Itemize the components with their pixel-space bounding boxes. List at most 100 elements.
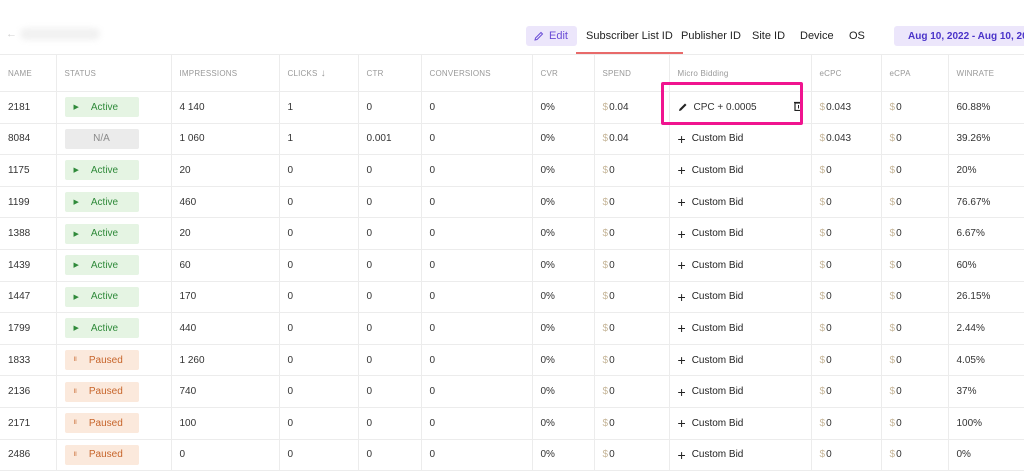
table-row[interactable]: 2171 II Paused 100 0 0 0 0% $0 + Custom Bid $0 $0 100… [0, 407, 1024, 440]
column-header-micro-bidding[interactable]: Micro Bidding [669, 55, 812, 92]
column-header-impressions[interactable]: IMPRESSIONS [171, 55, 280, 92]
table-row[interactable]: 1447 ▶ Active 170 0 0 0 0% $0 + Custom Bid $0 $0 26.1… [0, 281, 1024, 314]
status-badge[interactable]: II Paused [64, 413, 139, 434]
cell-value: 0 [609, 354, 615, 366]
cell-value: 60% [956, 259, 977, 271]
column-header-conversions[interactable]: CONVERSIONS [421, 55, 533, 92]
column-header-clicks[interactable]: CLICKS ↓ [279, 55, 359, 92]
cell-micro[interactable]: + Custom Bid [669, 154, 812, 187]
date-range-button[interactable]: Aug 10, 2022 - Aug 10, 2022 [894, 26, 1024, 46]
cell-micro[interactable]: + Custom Bid [669, 281, 812, 314]
cell-cvr: 0% [532, 91, 595, 124]
cell-status: II Paused [56, 375, 172, 408]
cell-impressions: 4 140 [171, 91, 280, 124]
cell-winrate: 26.15% [948, 281, 1024, 314]
cell-micro[interactable]: + Custom Bid [669, 217, 812, 250]
cell-impressions: 440 [171, 312, 280, 345]
column-header-name[interactable]: NAME [0, 55, 57, 92]
status-badge[interactable]: ▶ Active [64, 255, 139, 276]
column-header-ecpc[interactable]: eCPC [811, 55, 882, 92]
table-row[interactable]: 1799 ▶ Active 440 0 0 0 0% $0 + Custom Bid $0 $0 2.44… [0, 312, 1024, 345]
cell-value: 0 [609, 322, 615, 334]
status-badge[interactable]: ▶ Active [64, 223, 139, 244]
column-header-status[interactable]: STATUS [56, 55, 172, 92]
column-header-ctr[interactable]: CTR [358, 55, 422, 92]
cell-value: 0 [287, 228, 294, 240]
cell-ctr: 0 [358, 344, 422, 377]
back-arrow-icon[interactable]: ← [6, 28, 17, 40]
table-row[interactable]: 1199 ▶ Active 460 0 0 0 0% $0 + Custom Bid $0 $0 76.6… [0, 186, 1024, 219]
cell-spend: $0 [594, 281, 670, 314]
cell-value: 20 [179, 164, 191, 176]
trash-icon[interactable] [793, 101, 803, 114]
tab-site-id[interactable]: Site ID [752, 30, 785, 42]
table-row[interactable]: 1439 ▶ Active 60 0 0 0 0% $0 + Custom Bid $0 $0 60% [0, 249, 1024, 282]
custom-bid-button[interactable]: + Custom Bid [678, 448, 803, 462]
column-header-label: WINRATE [956, 68, 995, 78]
status-badge[interactable]: II Paused [64, 381, 139, 402]
cell-micro[interactable]: + Custom Bid [669, 407, 812, 440]
tab-publisher-id[interactable]: Publisher ID [681, 30, 741, 42]
cell-micro[interactable]: + Custom Bid [669, 439, 812, 472]
table-row[interactable]: 1388 ▶ Active 20 0 0 0 0% $0 + Custom Bid $0 $0 6.67% [0, 217, 1024, 250]
custom-bid-button[interactable]: + Custom Bid [678, 163, 803, 177]
cell-micro[interactable]: + Custom Bid [669, 186, 812, 219]
custom-bid-button[interactable]: + Custom Bid [678, 416, 803, 430]
micro-bid-value[interactable]: CPC + 0.0005 [678, 101, 803, 114]
table-row[interactable]: 1175 ▶ Active 20 0 0 0 0% $0 + Custom Bid $0 $0 20% [0, 154, 1024, 187]
status-badge[interactable]: ▶ Active [64, 318, 139, 339]
status-badge[interactable]: N/A [64, 128, 139, 149]
table-row[interactable]: 2486 II Paused 0 0 0 0 0% $0 + Custom Bid $0 $0 0% [0, 439, 1024, 472]
column-header-ecpa[interactable]: eCPA [881, 55, 949, 92]
cell-conversions: 0 [421, 312, 533, 345]
tab-device[interactable]: Device [800, 30, 834, 42]
cell-micro[interactable]: + Custom Bid [669, 375, 812, 408]
cell-clicks: 0 [279, 154, 359, 187]
dollar-icon: $ [602, 354, 609, 366]
status-badge[interactable]: II Paused [64, 350, 139, 371]
status-badge[interactable]: ▶ Active [64, 160, 139, 181]
cell-micro[interactable]: + Custom Bid [669, 344, 812, 377]
custom-bid-button[interactable]: + Custom Bid [678, 195, 803, 209]
sort-down-icon[interactable]: ↓ [318, 68, 326, 79]
cell-value: 0 [826, 417, 832, 429]
cell-cvr: 0% [532, 375, 595, 408]
column-header-winrate[interactable]: WINRATE [948, 55, 1024, 92]
cell-impressions: 20 [171, 217, 280, 250]
cell-winrate: 100% [948, 407, 1024, 440]
custom-bid-button[interactable]: + Custom Bid [678, 258, 803, 272]
tab-os[interactable]: OS [849, 30, 865, 42]
cell-value: 0 [429, 196, 436, 208]
table-row[interactable]: 1833 II Paused 1 260 0 0 0 0% $0 + Custom Bid $0 $0 4… [0, 344, 1024, 377]
column-header-cvr[interactable]: CVR [532, 55, 595, 92]
cell-value: 0% [540, 133, 555, 145]
table-row[interactable]: 2136 II Paused 740 0 0 0 0% $0 + Custom Bid $0 $0 37% [0, 375, 1024, 408]
edit-button[interactable]: Edit [526, 26, 577, 46]
status-badge[interactable]: ▶ Active [64, 192, 139, 213]
column-header-spend[interactable]: SPEND [594, 55, 670, 92]
custom-bid-button[interactable]: + Custom Bid [678, 321, 803, 335]
dollar-icon: $ [602, 291, 609, 303]
custom-bid-button[interactable]: + Custom Bid [678, 227, 803, 241]
table-header-row: NAME STATUS IMPRESSIONS CLICKS ↓ CTR CONVERSI… [0, 55, 1024, 92]
cell-name: 2171 [0, 407, 57, 440]
custom-bid-button[interactable]: + Custom Bid [678, 353, 803, 367]
custom-bid-button[interactable]: + Custom Bid [678, 385, 803, 399]
cell-micro[interactable]: CPC + 0.0005 [669, 91, 812, 124]
column-header-label: CVR [540, 68, 558, 78]
custom-bid-label: Custom Bid [691, 354, 744, 366]
cell-micro[interactable]: + Custom Bid [669, 312, 812, 345]
custom-bid-button[interactable]: + Custom Bid [678, 290, 803, 304]
cell-value: 0% [956, 449, 971, 461]
cell-cvr: 0% [532, 344, 595, 377]
status-badge[interactable]: II Paused [64, 444, 139, 465]
table-row[interactable]: 8084 N/A 1 060 1 0.001 0 0% $0.04 + Custom Bid $0.… [0, 123, 1024, 156]
table-row[interactable]: 2181 ▶ Active 4 140 1 0 0 0% $0.04 CPC + 0.0005 $0… [0, 91, 1024, 124]
status-badge[interactable]: ▶ Active [64, 97, 139, 118]
cell-micro[interactable]: + Custom Bid [669, 123, 812, 156]
cell-micro[interactable]: + Custom Bid [669, 249, 812, 282]
cell-clicks: 0 [279, 249, 359, 282]
tab-subscriber-list-id[interactable]: Subscriber List ID [576, 30, 683, 54]
custom-bid-button[interactable]: + Custom Bid [678, 132, 803, 146]
status-badge[interactable]: ▶ Active [64, 286, 139, 307]
